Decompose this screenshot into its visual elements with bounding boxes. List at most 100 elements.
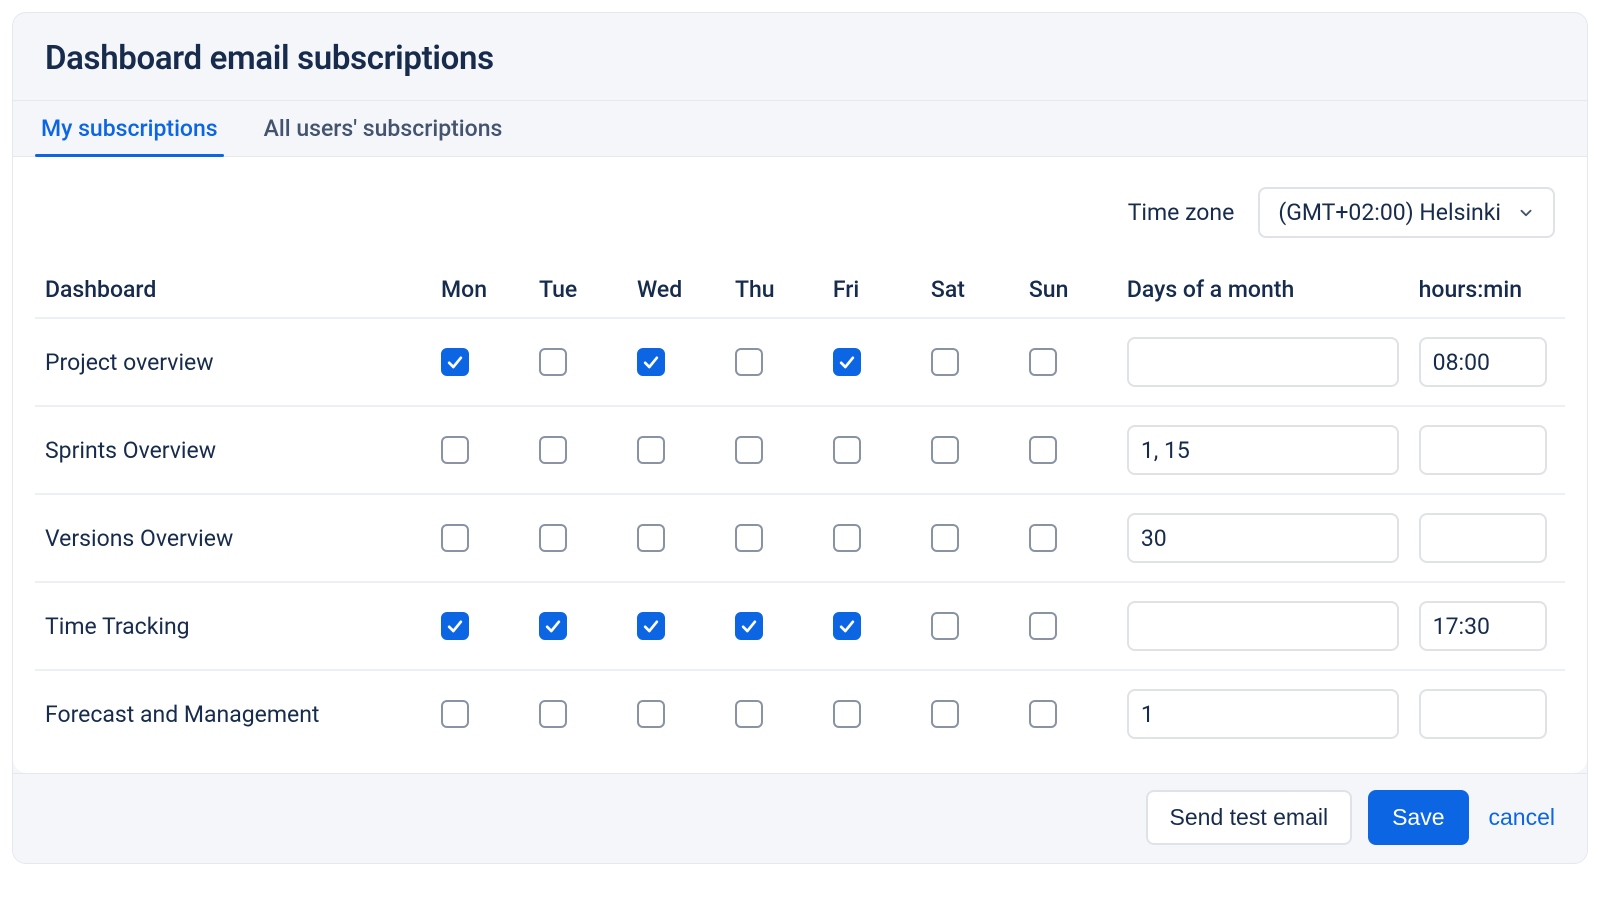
table-row: Time Tracking: [35, 582, 1565, 670]
checkbox-thu[interactable]: [735, 700, 763, 728]
cell-wed: [627, 494, 725, 582]
checkbox-wed[interactable]: [637, 612, 665, 640]
cell-mon: [431, 670, 529, 757]
days-of-month-input[interactable]: [1127, 513, 1399, 563]
checkbox-fri[interactable]: [833, 700, 861, 728]
tab-my-subscriptions[interactable]: My subscriptions: [35, 101, 224, 156]
checkbox-sun[interactable]: [1029, 612, 1057, 640]
subscriptions-table: Dashboard Mon Tue Wed Thu Fri Sat Sun Da…: [35, 262, 1565, 757]
cell-days-of-month: [1117, 318, 1409, 406]
checkbox-mon[interactable]: [441, 524, 469, 552]
cell-sat: [921, 670, 1019, 757]
col-sun: Sun: [1019, 262, 1117, 318]
checkbox-mon[interactable]: [441, 348, 469, 376]
cell-fri: [823, 670, 921, 757]
cell-thu: [725, 318, 823, 406]
time-input[interactable]: [1419, 513, 1547, 563]
checkbox-sun[interactable]: [1029, 524, 1057, 552]
time-input[interactable]: [1419, 601, 1547, 651]
footer: Send test email Save cancel: [13, 773, 1587, 863]
checkbox-wed[interactable]: [637, 524, 665, 552]
checkbox-sat[interactable]: [931, 700, 959, 728]
timezone-select[interactable]: (GMT+02:00) Helsinki: [1258, 187, 1555, 238]
checkbox-sun[interactable]: [1029, 700, 1057, 728]
days-of-month-input[interactable]: [1127, 425, 1399, 475]
cell-time: [1409, 670, 1565, 757]
checkbox-sun[interactable]: [1029, 436, 1057, 464]
col-tue: Tue: [529, 262, 627, 318]
checkbox-wed[interactable]: [637, 436, 665, 464]
save-button[interactable]: Save: [1368, 790, 1468, 845]
chevron-down-icon: [1517, 204, 1535, 222]
checkbox-thu[interactable]: [735, 612, 763, 640]
time-input[interactable]: [1419, 425, 1547, 475]
checkbox-thu[interactable]: [735, 436, 763, 464]
cancel-link[interactable]: cancel: [1485, 792, 1559, 843]
cell-fri: [823, 494, 921, 582]
cell-tue: [529, 494, 627, 582]
time-input[interactable]: [1419, 689, 1547, 739]
cell-fri: [823, 318, 921, 406]
checkbox-mon[interactable]: [441, 612, 469, 640]
cell-tue: [529, 406, 627, 494]
col-sat: Sat: [921, 262, 1019, 318]
cell-days-of-month: [1117, 406, 1409, 494]
checkbox-mon[interactable]: [441, 436, 469, 464]
checkbox-sun[interactable]: [1029, 348, 1057, 376]
timezone-label: Time zone: [1128, 199, 1235, 226]
checkbox-tue[interactable]: [539, 524, 567, 552]
cell-time: [1409, 582, 1565, 670]
cell-mon: [431, 494, 529, 582]
checkbox-fri[interactable]: [833, 436, 861, 464]
dashboard-name: Sprints Overview: [35, 406, 431, 494]
checkbox-fri[interactable]: [833, 524, 861, 552]
col-wed: Wed: [627, 262, 725, 318]
checkbox-thu[interactable]: [735, 348, 763, 376]
cell-sun: [1019, 670, 1117, 757]
col-mon: Mon: [431, 262, 529, 318]
col-fri: Fri: [823, 262, 921, 318]
time-input[interactable]: [1419, 337, 1547, 387]
cell-days-of-month: [1117, 582, 1409, 670]
tab-all-users-subscriptions[interactable]: All users' subscriptions: [258, 101, 509, 156]
checkbox-fri[interactable]: [833, 348, 861, 376]
cell-fri: [823, 406, 921, 494]
cell-wed: [627, 670, 725, 757]
cell-sat: [921, 494, 1019, 582]
send-test-email-button[interactable]: Send test email: [1146, 790, 1353, 845]
days-of-month-input[interactable]: [1127, 337, 1399, 387]
days-of-month-input[interactable]: [1127, 689, 1399, 739]
cell-tue: [529, 582, 627, 670]
checkbox-tue[interactable]: [539, 348, 567, 376]
checkbox-tue[interactable]: [539, 436, 567, 464]
checkbox-sat[interactable]: [931, 436, 959, 464]
checkbox-mon[interactable]: [441, 700, 469, 728]
cell-thu: [725, 494, 823, 582]
cell-wed: [627, 582, 725, 670]
cell-mon: [431, 406, 529, 494]
checkbox-sat[interactable]: [931, 348, 959, 376]
days-of-month-input[interactable]: [1127, 601, 1399, 651]
content-area: Time zone (GMT+02:00) Helsinki Dashboard…: [13, 157, 1587, 773]
dashboard-name: Time Tracking: [35, 582, 431, 670]
checkbox-tue[interactable]: [539, 700, 567, 728]
table-row: Versions Overview: [35, 494, 1565, 582]
checkbox-thu[interactable]: [735, 524, 763, 552]
page-title: Dashboard email subscriptions: [45, 39, 1555, 78]
cell-sun: [1019, 318, 1117, 406]
col-days-of-month: Days of a month: [1117, 262, 1409, 318]
cell-mon: [431, 318, 529, 406]
cell-thu: [725, 582, 823, 670]
checkbox-wed[interactable]: [637, 348, 665, 376]
checkbox-sat[interactable]: [931, 612, 959, 640]
cell-sun: [1019, 494, 1117, 582]
checkbox-fri[interactable]: [833, 612, 861, 640]
checkbox-tue[interactable]: [539, 612, 567, 640]
checkbox-wed[interactable]: [637, 700, 665, 728]
checkbox-sat[interactable]: [931, 524, 959, 552]
cell-days-of-month: [1117, 494, 1409, 582]
table-row: Project overview: [35, 318, 1565, 406]
dashboard-name: Project overview: [35, 318, 431, 406]
cell-sat: [921, 406, 1019, 494]
cell-tue: [529, 318, 627, 406]
